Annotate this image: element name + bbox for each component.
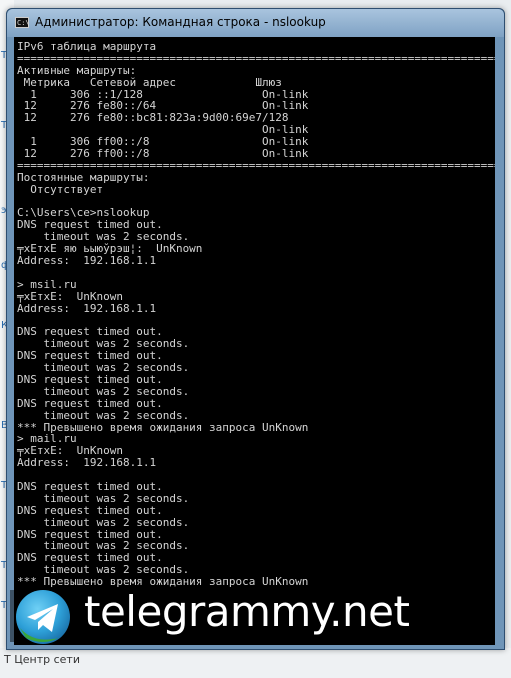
console-line: Address: 192.168.1.1 — [17, 301, 157, 315]
console-line: *** Превышено время ожидания запроса UnK… — [17, 420, 309, 434]
console-line: timeout was 2 seconds. — [17, 408, 190, 422]
console-line: ========================================… — [17, 51, 495, 65]
console-output-area[interactable]: IPv6 таблица маршрута ===================… — [14, 37, 495, 645]
console-line: Address: 192.168.1.1 — [17, 456, 157, 470]
console-lines: IPv6 таблица маршрута ===================… — [17, 41, 495, 588]
console-app-icon[interactable]: C:\ — [15, 17, 30, 28]
console-line: DNS request timed out. — [17, 396, 163, 410]
console-line: Address: 192.168.1.1 — [17, 254, 157, 268]
console-line: timeout was 2 seconds. — [17, 491, 190, 505]
console-line: Отсутствует — [17, 182, 104, 196]
console-line: > msil.ru — [17, 277, 77, 291]
telegram-paper-plane-icon — [16, 590, 70, 644]
background-bottom-text: Т Центр сети — [4, 653, 80, 666]
console-line: Постоянные маршруты: — [17, 170, 150, 184]
console-line: ╤xEтxE: UnKnown — [17, 289, 123, 303]
console-line: ========================================… — [17, 158, 495, 172]
console-line: Метрика Сетевой адрес Шлюз — [17, 75, 282, 89]
screen: ТТэфКВТТТ Т Центр сети C:\ Администратор… — [0, 0, 511, 678]
window-title: Администратор: Командная строка - nslook… — [35, 15, 326, 29]
command-prompt-window[interactable]: C:\ Администратор: Командная строка - ns… — [6, 8, 505, 650]
console-line: Активные маршруты: — [17, 63, 137, 77]
window-titlebar[interactable]: C:\ Администратор: Командная строка - ns… — [7, 9, 504, 37]
console-line: timeout was 2 seconds. — [17, 515, 190, 529]
watermark-text: telegrammy.net — [84, 587, 410, 636]
console-line: timeout was 2 seconds. — [17, 384, 190, 398]
console-line: DNS request timed out. — [17, 503, 163, 517]
